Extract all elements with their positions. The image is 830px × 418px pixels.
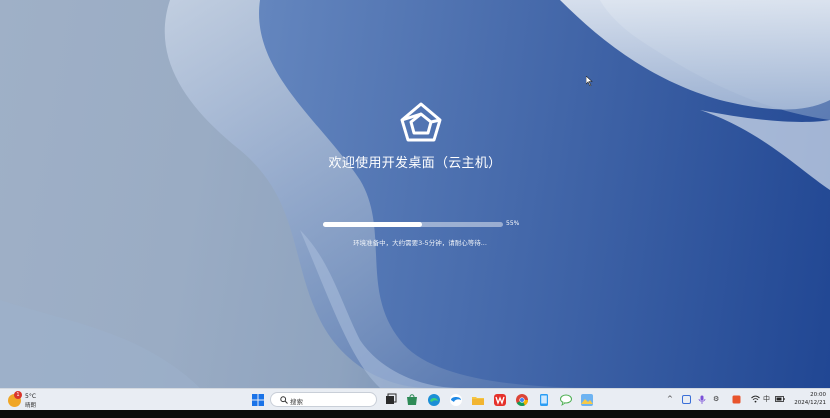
search-box[interactable]: 搜索 bbox=[270, 392, 377, 407]
wallpaper bbox=[0, 0, 830, 388]
weather-badge: 1 bbox=[14, 391, 22, 399]
weather-temperature: 5°C bbox=[25, 393, 37, 400]
desktop: 欢迎使用开发桌面（云主机） 55% 环境准备中，大约需要3-5分钟，请耐心等待.… bbox=[0, 0, 830, 388]
app-logo-icon bbox=[400, 102, 442, 142]
mouse-cursor-icon bbox=[586, 76, 593, 86]
search-placeholder: 搜索 bbox=[290, 398, 303, 406]
progress-fill bbox=[323, 222, 422, 227]
chrome-icon[interactable] bbox=[515, 393, 529, 407]
chevron-up-icon[interactable]: ^ bbox=[667, 395, 673, 404]
store-icon[interactable] bbox=[405, 393, 419, 407]
weather-widget[interactable]: 1 5°C 晴朗 bbox=[8, 391, 48, 409]
search-icon bbox=[280, 396, 288, 404]
wifi-icon[interactable] bbox=[751, 395, 760, 403]
app-tray-icon[interactable] bbox=[732, 395, 741, 404]
photos-icon[interactable] bbox=[580, 393, 594, 407]
clock-time: 20:00 bbox=[810, 392, 826, 398]
ime-indicator[interactable]: 中 bbox=[763, 395, 770, 404]
clock-date: 2024/12/21 bbox=[794, 400, 826, 406]
settings-gear-icon[interactable]: ⚙ bbox=[713, 395, 719, 404]
bottom-black-bar bbox=[0, 410, 830, 418]
network-app-icon[interactable] bbox=[682, 395, 691, 404]
weather-condition: 晴朗 bbox=[25, 403, 37, 409]
system-clock[interactable]: 20:00 2024/12/21 bbox=[790, 391, 826, 407]
microphone-icon[interactable] bbox=[698, 395, 706, 404]
progress-message: 环境准备中，大约需要3-5分钟，请耐心等待... bbox=[353, 239, 487, 247]
file-explorer-icon[interactable] bbox=[471, 393, 485, 407]
wps-icon[interactable] bbox=[493, 393, 507, 407]
progress-bar bbox=[323, 222, 503, 227]
chat-icon[interactable] bbox=[559, 393, 573, 407]
task-view-icon[interactable] bbox=[383, 393, 397, 407]
progress-percent: 55% bbox=[506, 220, 520, 227]
edge-alt-icon[interactable] bbox=[449, 393, 463, 407]
battery-icon[interactable] bbox=[775, 395, 785, 403]
taskbar: 1 5°C 晴朗 搜索 ^ ⚙ 中 20:00 2024/12/21 bbox=[0, 388, 830, 411]
welcome-title: 欢迎使用开发桌面（云主机） bbox=[328, 156, 502, 171]
edge-icon[interactable] bbox=[427, 393, 441, 407]
phone-icon[interactable] bbox=[537, 393, 551, 407]
start-icon[interactable] bbox=[251, 393, 265, 407]
